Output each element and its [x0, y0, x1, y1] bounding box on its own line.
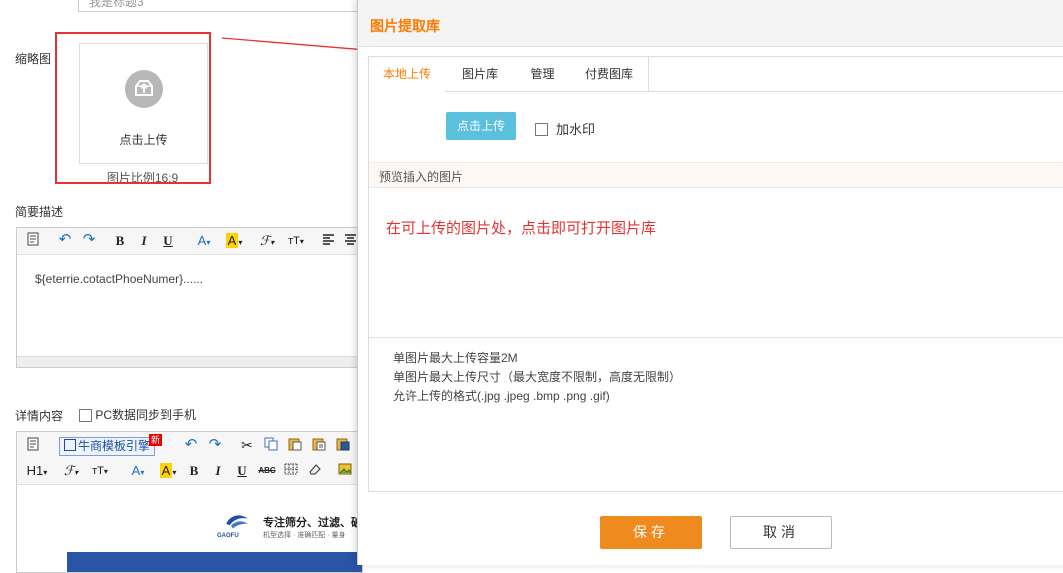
watermark-label: 加水印 [556, 122, 596, 137]
annotation-text: 在可上传的图片处，点击即可打开图片库 [386, 220, 657, 237]
preview-area: 在可上传的图片处，点击即可打开图片库 [369, 187, 1063, 338]
watermark-option[interactable]: 加水印 [535, 119, 595, 138]
rule-max-size: 单图片最大上传容量2M [393, 351, 518, 365]
dialog-header: 图片提取库 [358, 0, 1063, 47]
dialog-panel: 本地上传 图片库 管理 付费图库 点击上传 加水印 预览插入的图片 在可上传的图… [368, 56, 1063, 492]
rule-max-dimensions: 单图片最大上传尺寸（最大宽度不限制，高度无限制） [393, 370, 682, 384]
watermark-checkbox[interactable] [535, 123, 548, 137]
dialog-tabs: 本地上传 图片库 管理 付费图库 [369, 57, 1063, 92]
tab-local-upload[interactable]: 本地上传 [369, 57, 446, 92]
tab-paid-library[interactable]: 付费图库 [570, 57, 649, 91]
tab-image-library[interactable]: 图片库 [445, 57, 516, 91]
cancel-button[interactable]: 取消 [730, 516, 832, 549]
image-library-dialog: 图片提取库 本地上传 图片库 管理 付费图库 点击上传 加水印 预览插入的图片 … [357, 0, 1063, 565]
upload-rules: 单图片最大上传容量2M 单图片最大上传尺寸（最大宽度不限制，高度无限制） 允许上… [393, 349, 681, 406]
dialog-title: 图片提取库 [370, 18, 440, 34]
upload-button[interactable]: 点击上传 [446, 112, 516, 140]
preview-header: 预览插入的图片 [369, 162, 1063, 188]
save-button[interactable]: 保存 [600, 516, 702, 549]
tab-manage[interactable]: 管理 [515, 57, 571, 91]
preview-header-text: 预览插入的图片 [379, 170, 464, 184]
rule-formats: 允许上传的格式(.jpg .jpeg .bmp .png .gif) [393, 389, 610, 403]
